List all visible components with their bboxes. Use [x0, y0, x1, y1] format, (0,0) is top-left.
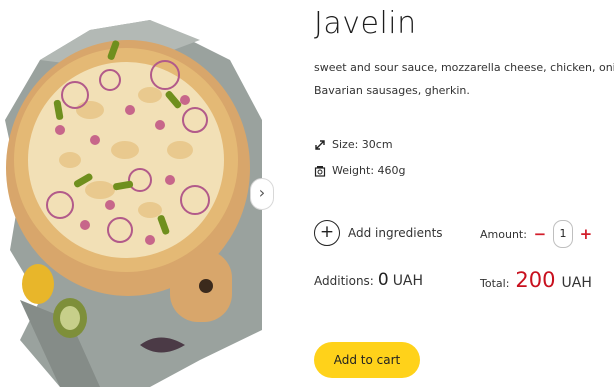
- size-label: Size: 30cm: [332, 138, 393, 151]
- resize-arrows-icon: [315, 139, 325, 150]
- additions-label: Additions:: [314, 274, 374, 288]
- pizza-illustration: [5, 20, 262, 387]
- spec-size: Size: 30cm: [314, 138, 393, 151]
- amount-stepper: Amount: − 1 +: [480, 220, 593, 248]
- total-label: Total:: [480, 277, 510, 290]
- description-line-2: Bavarian sausages, gherkin.: [314, 84, 470, 97]
- additions-price: Additions: 0 UAH: [314, 270, 423, 290]
- chevron-right-icon: ›: [258, 183, 266, 202]
- description-line-1: sweet and sour sauce, mozzarella cheese,…: [314, 61, 614, 74]
- total-value: 200: [515, 268, 556, 292]
- additions-currency: UAH: [392, 273, 424, 289]
- decrease-button[interactable]: −: [533, 225, 547, 243]
- next-image-button[interactable]: ›: [250, 178, 274, 210]
- amount-label: Amount:: [480, 227, 527, 241]
- product-description: sweet and sour sauce, mozzarella cheese,…: [314, 56, 614, 102]
- total-price: Total: 200 UAH: [480, 268, 592, 292]
- product-title: Javelin: [314, 6, 417, 41]
- add-to-cart-button[interactable]: Add to cart: [314, 342, 420, 378]
- product-image: [0, 0, 262, 387]
- spec-weight: Weight: 460g: [314, 164, 406, 177]
- quantity-field[interactable]: 1: [552, 220, 573, 248]
- add-ingredients[interactable]: + Add ingredients: [314, 220, 443, 246]
- total-currency: UAH: [561, 275, 592, 291]
- add-ingredients-button[interactable]: +: [314, 220, 340, 246]
- additions-value: 0: [377, 270, 389, 290]
- increase-button[interactable]: +: [579, 225, 593, 243]
- scale-icon: [314, 165, 326, 177]
- weight-label: Weight: 460g: [332, 164, 406, 177]
- add-ingredients-label[interactable]: Add ingredients: [348, 226, 443, 240]
